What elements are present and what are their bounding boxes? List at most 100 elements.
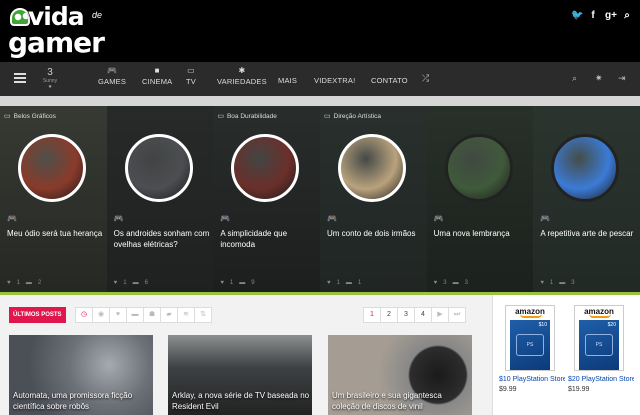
post-title: Arklay, a nova série de TV baseada no Re… — [172, 391, 310, 411]
gamepad-icon: 🎮 — [433, 214, 444, 223]
featured-meta: ♥ 1 ▬ 9 — [220, 280, 254, 286]
page: vida de gamer 🐦 f g+ ⌕ 3 Sunny ● 🎮 GAMES… — [0, 0, 640, 415]
page-1[interactable]: 1 — [363, 307, 381, 323]
gamepad-icon: 🎮 — [7, 214, 17, 223]
page-2[interactable]: 2 — [380, 307, 398, 323]
category-icon: ▭ — [4, 113, 11, 120]
last-page-icon[interactable]: ⏭ — [448, 307, 466, 323]
post-card[interactable]: Um brasileiro e sua gigantesca coleção d… — [328, 335, 472, 415]
featured-card[interactable]: ▭ Boa Durabilidade 🎮 A simplicidade que inc… — [213, 106, 321, 292]
search-icon[interactable]: ⌕ — [622, 10, 632, 21]
gamepad-icon: 🎮 — [540, 214, 551, 223]
clock-icon[interactable]: ◷ — [75, 307, 93, 323]
nav-item-cinema[interactable]: ■ CINEMA — [142, 66, 172, 86]
view-count: 1 — [123, 280, 127, 286]
featured-title[interactable]: A simplicidade que incomoda — [220, 228, 316, 250]
comment-icon: ▬ — [25, 280, 32, 286]
nav-item-variedades[interactable]: ✱ VARIEDADES — [217, 66, 267, 86]
ad-title[interactable]: $20 PlayStation Store Gift Card... — [568, 375, 634, 384]
featured-category[interactable]: ▭ Belos Gráficos — [4, 112, 56, 121]
chat-icon[interactable]: ▰ — [160, 307, 178, 323]
playstation-icon: PS — [585, 334, 613, 356]
shuffle-icon[interactable]: ⤮ — [422, 73, 429, 84]
featured-card[interactable]: 🎮 Uma nova lembrança ♥ 3 ▬ 3 — [426, 106, 535, 292]
featured-meta: ♥ 3 ▬ 3 — [434, 280, 468, 286]
heart-icon: ♥ — [7, 280, 11, 286]
featured-card[interactable]: ▭ Direção Artística 🎮 Um conto de dois irmã… — [320, 106, 428, 292]
heart-icon: ♥ — [327, 280, 331, 286]
site-logo[interactable]: vida de gamer — [6, 2, 112, 59]
featured-meta: ♥ 1 ▬ 6 — [114, 280, 148, 286]
logout-icon[interactable]: ⇥ — [618, 73, 626, 84]
featured-thumbnail[interactable] — [338, 134, 406, 202]
ad-card[interactable]: amazon $10 PS $10 PlayStation Store Gift… — [499, 305, 565, 393]
playstation-icon: PS — [516, 334, 544, 356]
featured-thumbnail[interactable] — [444, 134, 513, 202]
comment-count: 6 — [144, 280, 148, 286]
ad-price: $9.99 — [499, 386, 517, 393]
nav-item-games[interactable]: 🎮 GAMES — [98, 66, 126, 86]
post-card[interactable]: Automata, uma promissora ficção científi… — [9, 335, 153, 415]
featured-meta: ♥ 1 ▬ 3 — [540, 280, 574, 286]
featured-thumbnail[interactable] — [551, 134, 620, 202]
gear-icon: ✱ — [238, 66, 246, 75]
weather-widget[interactable]: 3 Sunny ● — [40, 67, 60, 90]
featured-title[interactable]: A repetitiva arte de pescar — [540, 228, 636, 239]
location-pin-icon: ● — [48, 84, 52, 90]
nav-item-vidextra[interactable]: VIDEXTRA! — [314, 76, 355, 85]
mushroom-icon — [10, 8, 30, 26]
ad-card[interactable]: amazon $20 PS $20 PlayStation Store Gift… — [568, 305, 634, 393]
sort-icon[interactable]: ⇅ — [194, 307, 212, 323]
google-plus-icon[interactable]: g+ — [605, 10, 617, 21]
nav-label-games: GAMES — [98, 77, 127, 86]
featured-title[interactable]: Um conto de dois irmãos — [327, 228, 423, 239]
settings-icon[interactable]: ✷ — [595, 73, 603, 84]
amazon-logo: amazon — [506, 307, 554, 318]
latest-posts-label[interactable]: ÚLTIMOS POSTS — [9, 307, 66, 323]
featured-card[interactable]: 🎮 Os androides sonham com ovelhas elétric… — [106, 106, 215, 292]
featured-category[interactable]: ▭ Boa Durabilidade — [217, 112, 277, 121]
featured-title[interactable]: Os androides sonham com ovelhas elétrica… — [114, 228, 210, 250]
heart-icon[interactable]: ♥ — [109, 307, 127, 323]
featured-slider: ▭ Belos Gráficos 🎮 Meu ódio será tua heranç… — [0, 106, 640, 292]
page-4[interactable]: 4 — [414, 307, 432, 323]
users-icon[interactable]: ☗ — [143, 307, 161, 323]
nav-item-contato[interactable]: CONTATO — [371, 76, 408, 85]
menu-icon[interactable] — [14, 73, 26, 83]
featured-title[interactable]: Uma nova lembrança — [434, 228, 530, 239]
post-card[interactable]: Arklay, a nova série de TV baseada no Re… — [168, 335, 312, 415]
page-3[interactable]: 3 — [397, 307, 415, 323]
tv-icon: ▭ — [187, 66, 195, 75]
post-title: Um brasileiro e sua gigantesca coleção d… — [332, 391, 442, 411]
twitter-icon[interactable]: 🐦 — [571, 10, 583, 21]
next-page-icon[interactable]: ▶ — [431, 307, 449, 323]
featured-card[interactable]: 🎮 A repetitiva arte de pescar ♥ 1 ▬ 3 — [533, 106, 640, 292]
nav-label-variedades: VARIEDADES — [217, 77, 267, 86]
featured-category[interactable]: ▭ Direção Artística — [324, 112, 381, 121]
nav-item-tv[interactable]: ▭ TV — [186, 66, 196, 86]
eye-icon[interactable]: ◉ — [92, 307, 110, 323]
nav-item-mais[interactable]: MAIS — [278, 76, 297, 85]
wifi-icon[interactable]: ≋ — [177, 307, 195, 323]
amazon-ads: amazon $10 PS $10 PlayStation Store Gift… — [492, 295, 640, 415]
featured-thumbnail[interactable] — [231, 134, 300, 202]
search-icon[interactable]: ⌕ — [572, 73, 577, 84]
ad-title[interactable]: $10 PlayStation Store Gift Card... — [499, 375, 565, 384]
comment-icon[interactable]: ▬ — [126, 307, 144, 323]
featured-title[interactable]: Meu ódio será tua herança — [7, 228, 103, 239]
facebook-icon[interactable]: f — [588, 10, 598, 21]
comment-icon: ▬ — [345, 280, 352, 286]
gift-card-image: amazon $10 PS — [505, 305, 555, 371]
comment-icon: ▬ — [559, 280, 566, 286]
comment-icon: ▬ — [132, 280, 139, 286]
view-count: 1 — [549, 280, 554, 286]
featured-card[interactable]: ▭ Belos Gráficos 🎮 Meu ódio será tua heranç… — [0, 106, 108, 292]
comment-count: 9 — [251, 280, 255, 286]
view-count: 3 — [443, 280, 447, 286]
featured-thumbnail[interactable] — [18, 134, 86, 202]
comment-count: 2 — [37, 280, 42, 286]
camera-icon: ■ — [154, 66, 160, 75]
featured-thumbnail[interactable] — [124, 134, 193, 202]
logo-text-de: de — [92, 10, 103, 20]
view-count: 1 — [16, 280, 20, 286]
